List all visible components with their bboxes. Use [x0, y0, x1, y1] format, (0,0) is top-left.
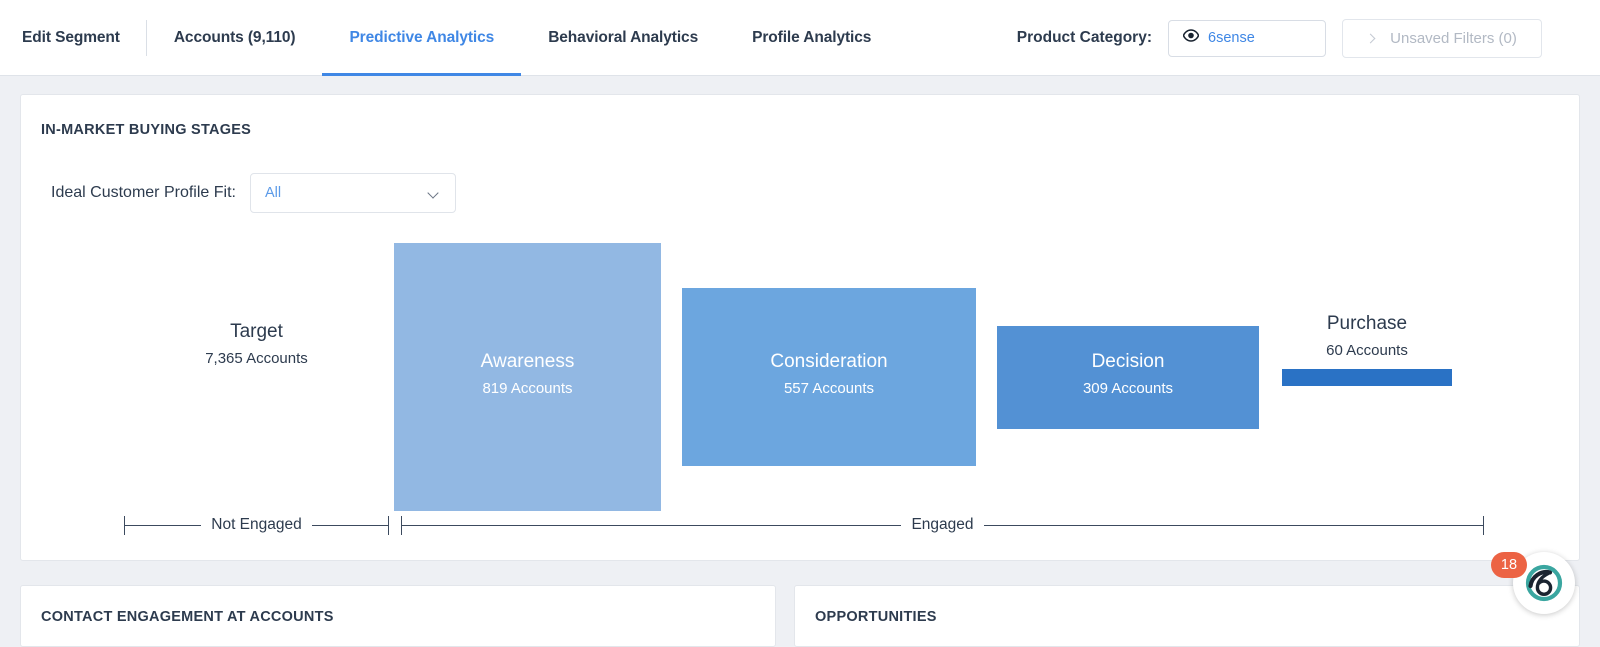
- active-tab-indicator: [322, 73, 522, 76]
- funnel-stage-consideration[interactable]: Consideration 557 Accounts: [682, 235, 976, 525]
- funnel-label-group-purchase: Purchase 60 Accounts: [1282, 311, 1452, 363]
- icp-filter-select[interactable]: All: [249, 173, 456, 213]
- icp-filter-value: All: [264, 185, 282, 201]
- in-market-buying-stages-panel: IN-MARKET BUYING STAGES Ideal Customer P…: [20, 94, 1580, 561]
- funnel-stage-target[interactable]: Target 7,365 Accounts: [124, 235, 389, 525]
- funnel-stage-name: Consideration: [770, 351, 888, 372]
- chat-widget[interactable]: 18: [1491, 552, 1579, 618]
- chat-unread-count: 18: [1500, 557, 1518, 573]
- tab-list: Edit Segment Accounts (9,110) Predictive…: [0, 0, 898, 76]
- tab-label: Profile Analytics: [752, 29, 872, 46]
- chat-unread-badge[interactable]: 18: [1491, 552, 1527, 578]
- tab-accounts[interactable]: Accounts (9,110): [147, 0, 323, 76]
- axis-bracket-not-engaged: Not Engaged: [124, 512, 389, 538]
- funnel-stage-name: Decision: [1091, 351, 1165, 372]
- bracket-label: Engaged: [911, 516, 974, 533]
- funnel-label-group-decision: Decision 309 Accounts: [997, 349, 1259, 401]
- funnel-label-group-awareness: Awareness 819 Accounts: [394, 349, 661, 401]
- funnel-stage-name: Purchase: [1326, 312, 1408, 334]
- product-category-value: 6sense: [1208, 30, 1255, 46]
- bracket-cap-right: [388, 515, 389, 535]
- funnel-stage-count: 7,365 Accounts: [205, 350, 308, 367]
- bracket-rule-left: [402, 524, 902, 526]
- funnel-stage-count: 819 Accounts: [482, 380, 573, 397]
- funnel-stage-name: Target: [230, 321, 283, 342]
- funnel-stage-count: 309 Accounts: [1082, 380, 1174, 397]
- funnel-label-group-consideration: Consideration 557 Accounts: [682, 349, 976, 401]
- unsaved-filters-label: Unsaved Filters (0): [1390, 29, 1517, 47]
- funnel-stage-decision[interactable]: Decision 309 Accounts: [997, 235, 1259, 525]
- icp-filter-row: Ideal Customer Profile Fit: All: [51, 173, 456, 213]
- unsaved-filters-button[interactable]: Unsaved Filters (0): [1342, 18, 1542, 58]
- funnel-stage-name: Awareness: [480, 351, 575, 372]
- bracket-rule-right: [311, 524, 388, 526]
- icp-filter-label: Ideal Customer Profile Fit:: [51, 184, 236, 201]
- tab-label: Accounts (9,110): [173, 29, 296, 46]
- bracket-rule-right: [983, 524, 1483, 526]
- product-category-label: Product Category:: [1016, 29, 1152, 46]
- axis-bracket-engaged: Engaged: [401, 512, 1484, 538]
- bracket-cap-right: [1483, 515, 1484, 535]
- funnel-bar-purchase[interactable]: [1282, 368, 1452, 386]
- buying-stages-funnel-chart: Target 7,365 Accounts Awareness 819 Account…: [21, 235, 1581, 525]
- opportunities-card: OPPORTUNITIES: [794, 585, 1580, 647]
- tab-profile-analytics[interactable]: Profile Analytics: [725, 0, 898, 76]
- tab-label: Edit Segment: [22, 29, 120, 46]
- tab-behavioral-analytics[interactable]: Behavioral Analytics: [521, 0, 725, 76]
- funnel-stage-purchase[interactable]: Purchase 60 Accounts: [1282, 235, 1452, 525]
- tab-label: Behavioral Analytics: [548, 29, 699, 46]
- funnel-label-group-target: Target 7,365 Accounts: [124, 319, 389, 371]
- chevron-right-icon: [1365, 33, 1376, 43]
- tab-edit-segment[interactable]: Edit Segment: [22, 0, 147, 76]
- product-category-selector[interactable]: 6sense: [1168, 19, 1326, 57]
- funnel-stage-awareness[interactable]: Awareness 819 Accounts: [394, 235, 661, 525]
- top-navigation-bar: Edit Segment Accounts (9,110) Predictive…: [0, 0, 1600, 76]
- funnel-stage-count: 557 Accounts: [783, 380, 875, 397]
- contact-engagement-card: CONTACT ENGAGEMENT AT ACCOUNTS: [20, 585, 776, 647]
- header-controls: Product Category: 6sense Unsaved Filters…: [1017, 0, 1600, 76]
- card-title: CONTACT ENGAGEMENT AT ACCOUNTS: [41, 609, 334, 625]
- eye-icon: [1182, 29, 1200, 47]
- chevron-down-icon: [427, 187, 439, 199]
- card-title: OPPORTUNITIES: [815, 609, 937, 625]
- panel-title: IN-MARKET BUYING STAGES: [41, 122, 252, 138]
- tab-predictive-analytics[interactable]: Predictive Analytics: [322, 0, 522, 76]
- tab-label: Predictive Analytics: [349, 29, 495, 46]
- funnel-stage-count: 60 Accounts: [1326, 341, 1408, 359]
- bracket-label: Not Engaged: [211, 516, 302, 533]
- funnel-axis-groups: Not Engaged Engaged: [21, 512, 1581, 538]
- bracket-rule-left: [125, 524, 202, 526]
